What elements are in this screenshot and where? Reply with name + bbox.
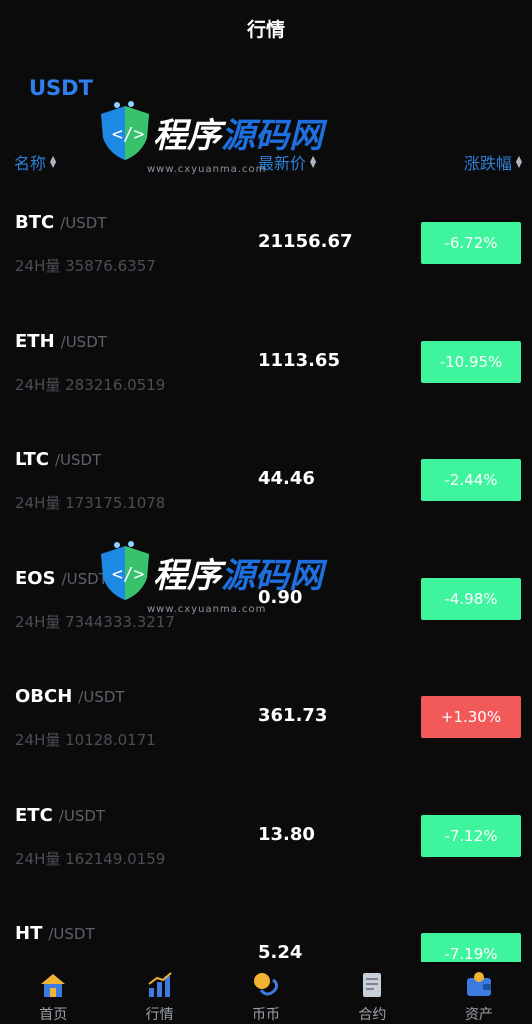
change-badge: -6.72%: [421, 222, 521, 264]
pair-name: ETC /USDT: [15, 805, 105, 826]
watermark-text-white: 程序: [153, 115, 221, 156]
base-symbol: BTC: [15, 212, 55, 233]
home-icon: [38, 970, 68, 1000]
pair-name: OBCH /USDT: [15, 686, 125, 707]
change-badge: +1.30%: [421, 696, 521, 738]
watermark-logo-icon: </>: [101, 101, 149, 160]
quote-symbol: /USDT: [54, 451, 102, 469]
quote-symbol: /USDT: [60, 332, 107, 351]
last-price: 0.90: [258, 586, 303, 608]
quote-symbol: /USDT: [48, 925, 95, 943]
change-badge: -2.44%: [421, 459, 521, 501]
volume-24h: 24H量 283216.0519: [15, 375, 166, 394]
volume-24h: 24H量 35876.6357: [15, 257, 156, 275]
sort-by-name[interactable]: 名称 ▲ ▼: [14, 150, 56, 174]
market-list: BTC /USDT 24H量 35876.6357 21156.67 -6.72…: [0, 182, 532, 1012]
last-price: 13.80: [258, 823, 315, 845]
pair-name: BTC /USDT: [15, 212, 107, 233]
page-title: 行情: [246, 18, 285, 41]
market-row[interactable]: OBCH /USDT 24H量 10128.0171 361.73 +1.30%: [0, 656, 532, 775]
sort-by-price[interactable]: 最新价 ▲ ▼: [258, 150, 316, 174]
tab-assets[interactable]: 资产: [426, 962, 532, 1024]
last-price: 44.46: [258, 468, 315, 489]
quote-symbol: /USDT: [58, 806, 106, 825]
pair-name: HT /USDT: [15, 923, 95, 944]
pair-name: EOS /USDT: [15, 568, 108, 589]
pair-name: LTC /USDT: [15, 449, 101, 470]
last-price: 361.73: [258, 705, 328, 726]
quote-symbol: /USDT: [61, 569, 108, 588]
volume-24h: 24H量 10128.0171: [15, 731, 156, 749]
last-price: 21156.67: [258, 231, 353, 252]
last-price: 1113.65: [258, 349, 340, 371]
market-page: 行情 USDT 名称 ▲ ▼ 最新价 ▲ ▼ 涨跌幅 ▲ ▼ BTC /USDT 24…: [0, 0, 532, 1024]
market-row[interactable]: ETH /USDT 24H量 283216.0519 1113.65 -10.9…: [0, 301, 532, 420]
top-header: 行情: [0, 0, 532, 56]
exchange-icon: [251, 970, 281, 1000]
tab-contract[interactable]: 合约: [319, 962, 425, 1024]
tab-usdt[interactable]: USDT: [29, 76, 93, 100]
base-symbol: HT: [15, 923, 43, 944]
sort-icon: ▲ ▼: [50, 154, 57, 169]
market-row[interactable]: ETC /USDT 24H量 162149.0159 13.80 -7.12%: [0, 775, 532, 894]
quote-symbol: /USDT: [60, 214, 107, 232]
change-badge: -7.12%: [421, 814, 521, 857]
base-symbol: ETC: [15, 804, 53, 826]
sort-icon: ▲ ▼: [310, 154, 317, 169]
market-row[interactable]: EOS /USDT 24H量 7344333.3217 0.90 -4.98%: [0, 538, 532, 657]
volume-24h: 24H量 162149.0159: [15, 849, 166, 868]
column-price-label: 最新价: [258, 154, 307, 173]
contract-icon: [357, 970, 387, 1000]
tab-home[interactable]: 首页: [0, 962, 106, 1024]
tab-label: 币币: [252, 1007, 281, 1023]
base-symbol: LTC: [15, 449, 49, 470]
tab-market[interactable]: 行情: [106, 962, 212, 1024]
pair-name: ETH /USDT: [15, 331, 107, 352]
last-price: 5.24: [258, 942, 303, 963]
svg-text:</>: </>: [112, 124, 145, 145]
volume-24h: 24H量 173175.1078: [15, 494, 166, 512]
tab-label: 资产: [464, 1007, 493, 1023]
market-row[interactable]: BTC /USDT 24H量 35876.6357 21156.67 -6.72…: [0, 182, 532, 301]
sort-icon: ▲ ▼: [515, 154, 522, 169]
tab-label: 行情: [145, 1007, 174, 1023]
quote-symbol: /USDT: [78, 688, 125, 706]
bottom-tab-bar: 首页 行情 币币 合约 资产: [0, 962, 532, 1024]
volume-24h: 24H量 7344333.3217: [15, 612, 175, 631]
change-badge: -4.98%: [421, 577, 521, 620]
wallet-icon: [464, 970, 494, 1000]
base-symbol: ETH: [15, 330, 55, 352]
chart-icon: [145, 970, 175, 1000]
market-row[interactable]: LTC /USDT 24H量 173175.1078 44.46 -2.44%: [0, 419, 532, 538]
column-name-label: 名称: [14, 154, 47, 173]
tab-label: 合约: [358, 1007, 387, 1023]
change-badge: -10.95%: [421, 340, 521, 383]
base-symbol: EOS: [15, 567, 56, 589]
tab-exchange[interactable]: 币币: [213, 962, 319, 1024]
column-change-label: 涨跌幅: [463, 154, 512, 173]
tab-label: 首页: [39, 1007, 68, 1023]
base-symbol: OBCH: [15, 686, 73, 707]
sort-by-change[interactable]: 涨跌幅 ▲ ▼: [464, 150, 522, 174]
